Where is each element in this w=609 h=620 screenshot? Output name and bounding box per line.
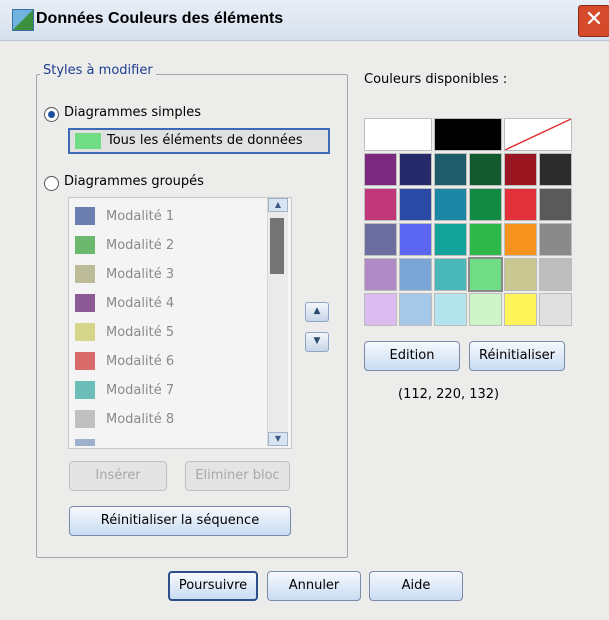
- color-cell[interactable]: [364, 188, 397, 221]
- color-cell[interactable]: [364, 223, 397, 256]
- move-down-button[interactable]: ▼: [305, 332, 329, 352]
- color-cell[interactable]: [469, 188, 502, 221]
- insert-button[interactable]: Insérer: [69, 461, 167, 491]
- color-cell[interactable]: [364, 258, 397, 291]
- category-swatch: [75, 439, 95, 446]
- color-cell[interactable]: [399, 223, 432, 256]
- color-cell[interactable]: [504, 258, 537, 291]
- chart-app-icon: [12, 9, 34, 31]
- list-item[interactable]: Modalité 2: [69, 233, 265, 261]
- category-label: Modalité 3: [106, 267, 175, 282]
- color-cell[interactable]: [504, 223, 537, 256]
- reset-sequence-button[interactable]: Réinitialiser la séquence: [69, 506, 291, 536]
- category-label: Modalité 4: [106, 296, 175, 311]
- list-item[interactable]: Modalité 3: [69, 262, 265, 290]
- continue-button[interactable]: Poursuivre: [168, 571, 258, 601]
- all-data-elements-swatch: [75, 133, 101, 149]
- color-cell[interactable]: [539, 153, 572, 186]
- color-cell[interactable]: [468, 257, 503, 292]
- category-label: Modalité 8: [106, 412, 175, 427]
- list-scrollbar[interactable]: ▲ ▼: [267, 198, 288, 446]
- color-cell[interactable]: [469, 223, 502, 256]
- list-item-partial: [69, 436, 265, 446]
- list-item[interactable]: Modalité 8: [69, 407, 265, 435]
- edit-button[interactable]: Edition: [364, 341, 460, 371]
- category-label: Modalité 7: [106, 383, 175, 398]
- color-cell[interactable]: [434, 153, 467, 186]
- color-cell[interactable]: [504, 153, 537, 186]
- title-bar: Données Couleurs des éléments ✕: [0, 0, 609, 41]
- category-swatch: [75, 323, 95, 341]
- styles-legend: Styles à modifier: [40, 63, 156, 78]
- list-item[interactable]: Modalité 7: [69, 378, 265, 406]
- color-palette[interactable]: [364, 118, 576, 328]
- color-cell[interactable]: [434, 118, 502, 151]
- category-swatch: [75, 207, 95, 225]
- move-up-button[interactable]: ▲: [305, 302, 329, 322]
- scroll-up-arrow-icon[interactable]: ▲: [268, 198, 288, 212]
- color-cell[interactable]: [434, 258, 467, 291]
- color-cell[interactable]: [399, 258, 432, 291]
- color-cell[interactable]: [539, 258, 572, 291]
- color-cell[interactable]: [364, 293, 397, 326]
- color-cell[interactable]: [364, 153, 397, 186]
- color-cell[interactable]: [434, 293, 467, 326]
- available-colors-label: Couleurs disponibles :: [364, 72, 508, 87]
- color-cell[interactable]: [399, 293, 432, 326]
- remove-block-button[interactable]: Eliminer bloc: [185, 461, 290, 491]
- grouped-charts-radio[interactable]: [44, 176, 59, 191]
- category-swatch: [75, 294, 95, 312]
- cancel-button[interactable]: Annuler: [267, 571, 361, 601]
- list-item[interactable]: Modalité 6: [69, 349, 265, 377]
- scroll-thumb[interactable]: [270, 218, 284, 274]
- category-label: Modalité 2: [106, 238, 175, 253]
- scroll-down-arrow-icon[interactable]: ▼: [268, 432, 288, 446]
- color-cell[interactable]: [539, 293, 572, 326]
- color-cell[interactable]: [399, 188, 432, 221]
- category-swatch: [75, 236, 95, 254]
- color-cell[interactable]: [504, 293, 537, 326]
- help-button[interactable]: Aide: [369, 571, 463, 601]
- list-item[interactable]: Modalité 1: [69, 204, 265, 232]
- list-item[interactable]: Modalité 5: [69, 320, 265, 348]
- no-color-cell[interactable]: [504, 118, 572, 151]
- color-cell[interactable]: [434, 223, 467, 256]
- category-swatch: [75, 410, 95, 428]
- category-list[interactable]: Modalité 1 Modalité 2 Modalité 3 Modalit…: [68, 197, 292, 449]
- window-title: Données Couleurs des éléments: [36, 10, 284, 27]
- category-swatch: [75, 265, 95, 283]
- close-button[interactable]: ✕: [578, 5, 609, 37]
- color-cell[interactable]: [399, 153, 432, 186]
- color-cell[interactable]: [539, 188, 572, 221]
- color-cell[interactable]: [364, 118, 432, 151]
- list-item[interactable]: Modalité 4: [69, 291, 265, 319]
- color-cell[interactable]: [504, 188, 537, 221]
- rgb-readout: (112, 220, 132): [398, 387, 500, 402]
- color-cell[interactable]: [469, 293, 502, 326]
- color-cell[interactable]: [539, 223, 572, 256]
- category-label: Modalité 6: [106, 354, 175, 369]
- category-label: Modalité 1: [106, 209, 175, 224]
- color-cell[interactable]: [434, 188, 467, 221]
- simple-charts-label: Diagrammes simples: [64, 105, 202, 120]
- no-color-icon: [504, 118, 572, 151]
- color-cell[interactable]: [469, 153, 502, 186]
- all-data-elements-label: Tous les éléments de données: [107, 133, 303, 148]
- category-swatch: [75, 352, 95, 370]
- reset-palette-button[interactable]: Réinitialiser: [469, 341, 565, 371]
- simple-charts-radio[interactable]: [44, 107, 59, 122]
- grouped-charts-label: Diagrammes groupés: [64, 174, 204, 189]
- category-swatch: [75, 381, 95, 399]
- all-data-elements-item[interactable]: Tous les éléments de données: [68, 128, 330, 154]
- category-label: Modalité 5: [106, 325, 175, 340]
